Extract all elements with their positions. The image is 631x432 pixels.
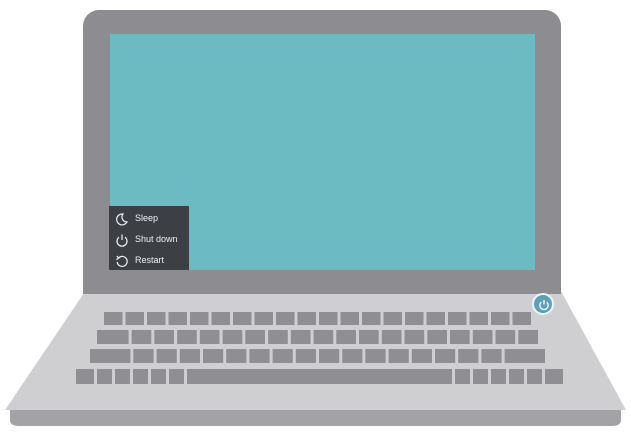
keyboard-key[interactable]: [187, 369, 452, 384]
keyboard-key[interactable]: [222, 330, 243, 344]
keyboard-key[interactable]: [313, 330, 334, 344]
keyboard-key[interactable]: [362, 312, 381, 325]
power-menu: Sleep Shut down Restart: [109, 206, 189, 270]
keyboard-key[interactable]: [154, 330, 174, 344]
keyboard-key[interactable]: [319, 312, 338, 325]
keyboard-key[interactable]: [226, 349, 247, 363]
keyboard-key[interactable]: [359, 330, 379, 344]
keyboard-key[interactable]: [469, 312, 489, 325]
keyboard-key[interactable]: [458, 349, 479, 363]
keyboard-key[interactable]: [340, 312, 360, 325]
keyboard-key[interactable]: [435, 349, 456, 363]
keyboard-key[interactable]: [249, 349, 270, 363]
keyboard-key[interactable]: [199, 330, 220, 344]
keyboard-key[interactable]: [168, 312, 188, 325]
keyboard-key[interactable]: [426, 312, 446, 325]
keyboard-key[interactable]: [203, 349, 224, 363]
keyboard-key[interactable]: [383, 312, 403, 325]
keyboard-key[interactable]: [491, 369, 506, 384]
keyboard-key[interactable]: [295, 349, 316, 363]
keyboard-key[interactable]: [97, 369, 112, 384]
keyboard-key[interactable]: [190, 312, 209, 325]
restart-menu-item[interactable]: Restart: [109, 250, 189, 271]
keyboard-key[interactable]: [365, 349, 386, 363]
keyboard-key[interactable]: [179, 349, 200, 363]
keyboard-key[interactable]: [545, 369, 563, 384]
sleep-label: Sleep: [135, 213, 159, 223]
restart-icon: [116, 255, 128, 267]
keyboard-key[interactable]: [381, 330, 402, 344]
keyboard-key[interactable]: [104, 312, 123, 325]
keyboard-key[interactable]: [495, 330, 516, 344]
keyboard-key[interactable]: [405, 312, 424, 325]
keyboard-key[interactable]: [388, 349, 409, 363]
keyboard-key[interactable]: [509, 369, 524, 384]
keyboard-key[interactable]: [254, 312, 274, 325]
keyboard-key[interactable]: [450, 330, 470, 344]
keyboard-key[interactable]: [411, 349, 432, 363]
keyboard-key[interactable]: [125, 312, 145, 325]
keyboard-key[interactable]: [297, 312, 317, 325]
keyboard-key[interactable]: [147, 312, 166, 325]
keyboard-key[interactable]: [245, 330, 265, 344]
keyboard-key[interactable]: [156, 349, 177, 363]
keyboard-key[interactable]: [481, 349, 502, 363]
keyboard-key[interactable]: [97, 330, 129, 344]
keyboard-key[interactable]: [76, 369, 94, 384]
shut-down-label: Shut down: [135, 234, 178, 244]
keyboard-key[interactable]: [151, 369, 166, 384]
power-icon: [116, 234, 128, 247]
keyboard-key[interactable]: [233, 312, 252, 325]
power-button[interactable]: [532, 293, 554, 315]
keyboard-key[interactable]: [268, 330, 288, 344]
keyboard-key[interactable]: [272, 349, 293, 363]
keyboard-key[interactable]: [211, 312, 231, 325]
keyboard-key[interactable]: [133, 349, 154, 363]
keyboard-key[interactable]: [319, 349, 340, 363]
keyboard-key[interactable]: [276, 312, 295, 325]
keyboard-key[interactable]: [473, 369, 488, 384]
power-icon: [539, 300, 549, 311]
keyboard-key[interactable]: [336, 330, 356, 344]
keyboard-key[interactable]: [455, 369, 470, 384]
moon-icon: [116, 213, 128, 226]
keyboard-key[interactable]: [177, 330, 197, 344]
keyboard-key[interactable]: [169, 369, 184, 384]
keyboard-key[interactable]: [472, 330, 493, 344]
restart-label: Restart: [135, 255, 165, 265]
keyboard-key[interactable]: [342, 349, 363, 363]
keyboard-key[interactable]: [131, 330, 152, 344]
keyboard-key[interactable]: [527, 369, 542, 384]
keyboard-key[interactable]: [133, 369, 148, 384]
keyboard-key[interactable]: [512, 312, 532, 325]
sleep-menu-item[interactable]: Sleep: [109, 208, 189, 229]
keyboard-key[interactable]: [518, 330, 538, 344]
keyboard-key[interactable]: [290, 330, 311, 344]
keyboard-key[interactable]: [427, 330, 447, 344]
shut-down-menu-item[interactable]: Shut down: [109, 229, 189, 250]
keyboard-key[interactable]: [448, 312, 467, 325]
keyboard-key[interactable]: [491, 312, 510, 325]
keyboard-key[interactable]: [404, 330, 425, 344]
keyboard-key[interactable]: [115, 369, 130, 384]
keyboard-key[interactable]: [504, 349, 545, 363]
keyboard-key[interactable]: [90, 349, 131, 363]
